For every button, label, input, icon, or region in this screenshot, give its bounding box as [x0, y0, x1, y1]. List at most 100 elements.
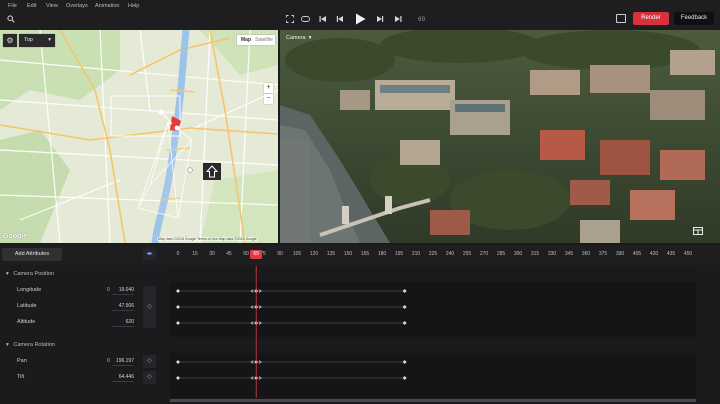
google-logo: Google	[3, 233, 28, 240]
menu-help[interactable]: Help	[128, 3, 139, 9]
map-type-toggle[interactable]: Map Satellite	[237, 35, 275, 45]
camera-view-label: Camera	[286, 35, 306, 41]
timeline-tick-label: 120	[309, 251, 319, 257]
timeline-tick-label: 240	[445, 251, 455, 257]
zoom-in-icon[interactable]: +	[264, 83, 273, 93]
timeline-tick-label: 0	[176, 251, 180, 257]
menu-view[interactable]: View	[46, 3, 58, 9]
map-attribution: Map data ©2018 Google Terms of Use Map d…	[157, 237, 258, 241]
attribute-value[interactable]: 620	[110, 319, 134, 325]
map-type-map[interactable]: Map	[237, 35, 255, 45]
keyframe-add-icon[interactable]: ◇	[143, 355, 156, 368]
attribute-value[interactable]: 64.446	[110, 374, 134, 380]
playhead-marker[interactable]: 69	[250, 250, 263, 259]
map-view-label: Top	[24, 37, 33, 43]
timeline-tick-label: 435	[666, 251, 676, 257]
timeline-scrollbar[interactable]	[170, 399, 696, 402]
loop-icon[interactable]	[301, 15, 310, 25]
timeline-tick-label: 180	[377, 251, 387, 257]
timeline-tick-label: 150	[343, 251, 353, 257]
keyframe-tracks[interactable]	[170, 266, 696, 398]
zoom-out-icon[interactable]: −	[264, 94, 273, 104]
feedback-button[interactable]: Feedback	[674, 12, 714, 25]
camera-view-dropdown[interactable]: Camera ▾	[286, 35, 311, 41]
attribute-group-header[interactable]: ▾ Camera Rotation	[6, 342, 55, 348]
timeline-tick-label: 390	[615, 251, 625, 257]
timeline-tick-label: 450	[683, 251, 693, 257]
timeline-ruler[interactable]: 0 15 30 45 60 75 90 105 120 135 150 165 180 195 210 225…	[170, 246, 696, 263]
gear-icon[interactable]: ⚙	[3, 34, 17, 47]
timeline-tick-label: 420	[649, 251, 659, 257]
attribute-group-label: Camera Rotation	[13, 342, 55, 348]
attribute-label: Longitude	[17, 287, 42, 293]
timeline-tick-label: 210	[411, 251, 421, 257]
keyframe-nav-icon[interactable]: ◂▸	[143, 249, 156, 260]
timeline-tick-label: 285	[496, 251, 506, 257]
timeline-tick-label: 375	[598, 251, 608, 257]
attribute-value[interactable]: 19.040	[110, 287, 134, 293]
timeline-tick-label: 30	[209, 251, 215, 257]
step-back-icon[interactable]	[336, 15, 344, 25]
camera-view[interactable]: Camera ▾	[280, 30, 720, 243]
keyframe-add-icon[interactable]: ◇	[143, 286, 156, 328]
value-underline	[112, 294, 134, 295]
image-icon[interactable]	[616, 14, 626, 23]
timeline-tick-label: 60	[243, 251, 249, 257]
attribute-label: Altitude	[17, 319, 36, 325]
timeline-tick-label: 315	[530, 251, 540, 257]
attribute-value[interactable]: 196.197	[110, 358, 134, 364]
value-underline	[112, 326, 134, 327]
timeline-tick-label: 405	[632, 251, 642, 257]
skip-forward-icon[interactable]	[394, 15, 402, 25]
menu-bar: File Edit View Overlays Animation Help	[0, 0, 720, 11]
timeline-tick-label: 105	[292, 251, 302, 257]
timeline-tick-label: 345	[564, 251, 574, 257]
timeline-tick-label: 15	[192, 251, 198, 257]
step-forward-icon[interactable]	[376, 15, 384, 25]
tracks-canvas[interactable]	[170, 266, 696, 398]
timeline-tick-label: 165	[360, 251, 370, 257]
group-track-band	[170, 266, 696, 282]
search-icon[interactable]	[7, 15, 15, 25]
menu-edit[interactable]: Edit	[27, 3, 36, 9]
value-underline	[112, 381, 134, 382]
timeline-tick-label: 330	[547, 251, 557, 257]
play-icon[interactable]	[355, 13, 366, 27]
map-view[interactable]: ⚙ Top ▾ Map Satellite + − Google Map data…	[0, 30, 278, 243]
timeline-tick-label: 225	[428, 251, 438, 257]
timeline-tick-label: 135	[326, 251, 336, 257]
camera-render	[280, 30, 720, 243]
chevron-down-icon: ▾	[307, 35, 312, 41]
attribute-label: Pan	[17, 358, 27, 364]
attribute-value[interactable]: 47.506	[110, 303, 134, 309]
timeline-scroll-thumb[interactable]	[170, 399, 696, 402]
timeline-tick-label: 270	[479, 251, 489, 257]
map-canvas[interactable]	[0, 30, 278, 243]
map-view-dropdown[interactable]: Top ▾	[19, 34, 55, 47]
add-attributes-button[interactable]: Add Attributes	[2, 248, 62, 261]
menu-file[interactable]: File	[8, 3, 17, 9]
attribute-label: Latitude	[17, 303, 37, 309]
skip-back-icon[interactable]	[319, 15, 327, 25]
expand-icon[interactable]	[693, 227, 703, 237]
render-button[interactable]: Render	[633, 12, 669, 25]
value-underline	[112, 365, 134, 366]
timeline-tick-label: 195	[394, 251, 404, 257]
menu-animation[interactable]: Animation	[95, 3, 119, 9]
chevron-down-icon: ▾	[48, 37, 51, 43]
attribute-group-label: Camera Position	[13, 271, 55, 277]
attribute-group-header[interactable]: ▾ Camera Position	[6, 271, 54, 277]
menu-overlays[interactable]: Overlays	[66, 3, 88, 9]
timeline-tick-label: 300	[513, 251, 523, 257]
keyframe-add-icon[interactable]: ◇	[143, 371, 156, 384]
attributes-panel: ▾ Camera Position Longitude 0 19.040 Latitud…	[0, 266, 169, 404]
current-frame-readout[interactable]: 69	[418, 16, 425, 23]
timeline-tick-label: 90	[277, 251, 283, 257]
value-underline	[112, 310, 134, 311]
map-type-satellite[interactable]: Satellite	[255, 35, 273, 45]
fullscreen-icon[interactable]	[286, 15, 294, 25]
timeline-tick-label: 255	[462, 251, 472, 257]
group-track-band	[170, 337, 696, 353]
timeline-tick-label: 45	[226, 251, 232, 257]
timeline-tick-label: 360	[581, 251, 591, 257]
